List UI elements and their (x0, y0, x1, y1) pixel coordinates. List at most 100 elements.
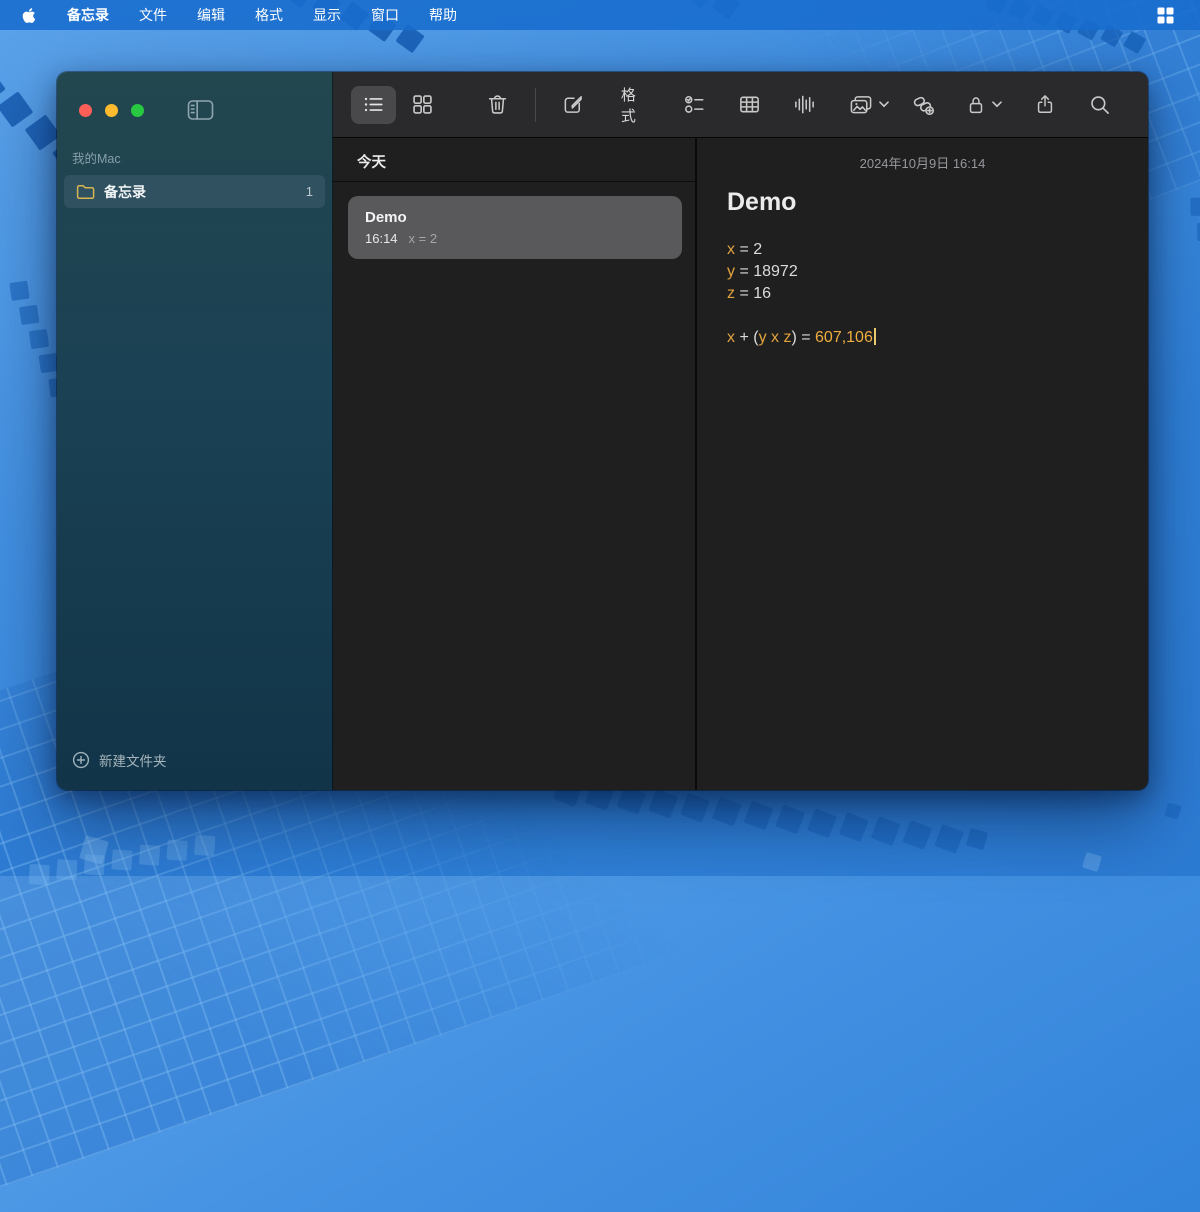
menu-bar: 备忘录 文件 编辑 格式 显示 窗口 帮助 (0, 0, 1200, 30)
wallpaper-square-chain (1189, 196, 1200, 319)
wallpaper-square (680, 793, 710, 823)
window-controls (57, 72, 332, 121)
device-label: 我的Mac (72, 148, 332, 167)
text-segment: z (727, 285, 735, 302)
wallpaper-square (902, 820, 932, 850)
editor-line: z = 16 (727, 283, 1118, 305)
menu-item-format[interactable]: 格式 (240, 0, 298, 30)
folder-name: 备忘录 (104, 182, 297, 202)
wallpaper-square (0, 68, 6, 104)
menu-item-edit[interactable]: 编辑 (182, 0, 240, 30)
note-item-meta: 16:14 x = 2 (365, 231, 665, 246)
checklist-button[interactable] (672, 86, 717, 124)
wallpaper-square (25, 114, 61, 150)
new-folder-button[interactable]: 新建文件夹 (57, 750, 332, 790)
text-segment: ) = (791, 329, 815, 346)
editor-line (727, 305, 1118, 327)
editor-lines: x = 2y = 18972z = 16 x + (y x z) = 607,1… (727, 239, 1118, 349)
text-segment: = 2 (735, 241, 762, 258)
format-button[interactable]: 格式 (610, 86, 658, 124)
apple-menu-icon[interactable] (22, 7, 36, 24)
text-segment: + ( (735, 329, 759, 346)
note-list-item[interactable]: Demo 16:14 x = 2 (348, 196, 682, 259)
note-item-title: Demo (365, 209, 665, 226)
wallpaper-square (0, 91, 33, 127)
editor-line: x + (y x z) = 607,106 (727, 327, 1118, 349)
menu-item-window[interactable]: 窗口 (356, 0, 414, 30)
wallpaper-square (648, 789, 678, 819)
wallpaper-square (712, 797, 742, 827)
wallpaper-square (194, 835, 215, 856)
folder-count-badge: 1 (306, 184, 313, 199)
toolbar: 格式 (333, 72, 1148, 138)
wallpaper-square (1164, 802, 1181, 819)
text-segment: = 16 (735, 285, 771, 302)
toolbar-separator (535, 88, 536, 122)
audio-waveform-button[interactable] (782, 86, 827, 124)
main-area: 格式 (333, 72, 1148, 790)
wallpaper-square (9, 281, 29, 301)
wallpaper-square (1082, 852, 1102, 872)
wallpaper-square (934, 824, 964, 854)
wallpaper-square (29, 329, 49, 349)
text-segment: = 18972 (735, 263, 798, 280)
share-button[interactable] (1023, 86, 1067, 124)
wallpaper-square (39, 353, 59, 373)
format-label: 格式 (621, 84, 647, 126)
menu-item-file[interactable]: 文件 (124, 0, 182, 30)
chevron-down-icon (992, 101, 1002, 108)
content-area: 今天 Demo 16:14 x = 2 2024年10月9日 16:14 Dem… (333, 138, 1148, 790)
text-segment: x (727, 241, 735, 258)
wallpaper-square (871, 816, 901, 846)
sidebar: 我的Mac 备忘录 1 新建文件夹 (57, 72, 333, 790)
editor-line: y = 18972 (727, 261, 1118, 283)
note-title: Demo (727, 188, 1118, 217)
text-segment: x (727, 329, 735, 346)
text-segment: 607,106 (815, 329, 873, 346)
lock-button[interactable] (954, 86, 1013, 124)
note-list-section-header: 今天 (333, 138, 695, 182)
gallery-view-button[interactable] (400, 86, 445, 124)
note-item-time: 16:14 (365, 231, 398, 246)
note-editor[interactable]: 2024年10月9日 16:14 Demo x = 2y = 18972z = … (697, 138, 1148, 790)
wallpaper-square (56, 859, 77, 880)
search-button[interactable] (1077, 86, 1122, 124)
text-cursor (874, 328, 876, 345)
text-segment: y x z (759, 329, 792, 346)
folder-icon (76, 184, 95, 200)
delete-note-button[interactable] (475, 86, 520, 124)
wallpaper-square (966, 828, 988, 850)
grid-status-icon[interactable] (1157, 7, 1174, 24)
wallpaper-square (139, 844, 160, 865)
wallpaper-square (1190, 198, 1200, 216)
editor-line: x = 2 (727, 239, 1118, 261)
note-item-preview: x = 2 (409, 231, 438, 246)
menu-item-view[interactable]: 显示 (298, 0, 356, 30)
text-segment: y (727, 263, 735, 280)
minimize-window-button[interactable] (105, 104, 118, 117)
wallpaper-square (775, 805, 805, 835)
menu-item-help[interactable]: 帮助 (414, 0, 472, 30)
toggle-sidebar-icon[interactable] (187, 99, 214, 121)
table-button[interactable] (727, 86, 772, 124)
menu-item-app[interactable]: 备忘录 (52, 0, 124, 30)
close-window-button[interactable] (79, 104, 92, 117)
zoom-window-button[interactable] (131, 104, 144, 117)
wallpaper-square (839, 812, 869, 842)
list-view-button[interactable] (351, 86, 396, 124)
sidebar-item-notes-folder[interactable]: 备忘录 1 (64, 175, 325, 208)
plus-circle-icon (72, 751, 90, 769)
chevron-down-icon (879, 101, 889, 108)
wallpaper-square (111, 849, 132, 870)
compose-note-button[interactable] (551, 86, 596, 124)
add-link-button[interactable] (900, 86, 946, 124)
note-timestamp: 2024年10月9日 16:14 (727, 153, 1118, 172)
new-folder-label: 新建文件夹 (99, 750, 167, 770)
media-picker-button[interactable] (837, 86, 900, 124)
notes-window: 我的Mac 备忘录 1 新建文件夹 (57, 72, 1148, 790)
wallpaper-square (744, 801, 774, 831)
wallpaper-square (807, 808, 837, 838)
wallpaper-square (166, 840, 187, 861)
toolbar-right-group (900, 86, 1122, 124)
wallpaper-square (19, 305, 39, 325)
